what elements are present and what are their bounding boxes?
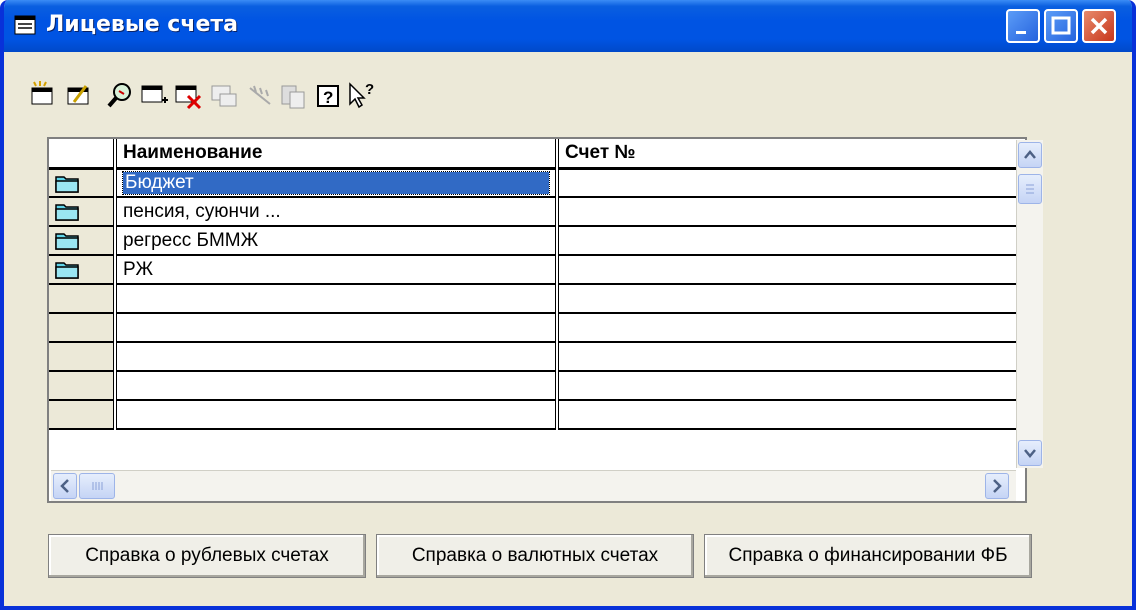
help-button[interactable]: ? bbox=[314, 78, 344, 112]
hscroll-thumb[interactable] bbox=[79, 473, 115, 499]
paste-button[interactable] bbox=[278, 78, 308, 112]
header-row: Наименование Счет № bbox=[49, 139, 1017, 170]
scroll-down-button[interactable] bbox=[1018, 440, 1042, 466]
edit-record-icon bbox=[67, 85, 89, 105]
accounts-table: Наименование Счет № Бюджет пенсия, суюнчи… bbox=[49, 139, 1017, 430]
folder-icon bbox=[55, 204, 79, 222]
chevron-down-icon bbox=[1024, 449, 1036, 458]
grip-icon bbox=[1026, 184, 1034, 194]
svg-text:?: ? bbox=[365, 81, 374, 98]
table-row[interactable] bbox=[49, 313, 1017, 343]
table-row[interactable]: регресс БММЖ bbox=[49, 226, 1017, 256]
row-indicator-header bbox=[49, 139, 117, 170]
cell-name[interactable] bbox=[115, 400, 559, 430]
cell-account[interactable] bbox=[557, 342, 1017, 372]
add-row-button[interactable] bbox=[140, 78, 170, 112]
cell-name[interactable]: РЖ bbox=[115, 255, 559, 285]
cell-account[interactable] bbox=[557, 371, 1017, 401]
help-icon: ? bbox=[317, 85, 339, 107]
vertical-scrollbar[interactable] bbox=[1016, 140, 1043, 468]
row-indicator[interactable] bbox=[49, 226, 117, 256]
minimize-icon bbox=[1016, 31, 1026, 34]
close-icon bbox=[1090, 17, 1108, 35]
minimize-button[interactable] bbox=[1006, 9, 1040, 43]
copy-button[interactable] bbox=[210, 78, 240, 112]
cell-name-text: Бюджет bbox=[122, 170, 550, 195]
filter-disabled-icon bbox=[249, 85, 271, 105]
svg-text:?: ? bbox=[323, 88, 333, 107]
close-button[interactable] bbox=[1082, 9, 1116, 43]
window-title: Лицевые счета bbox=[46, 12, 238, 37]
row-indicator[interactable] bbox=[49, 342, 117, 372]
table-row[interactable] bbox=[49, 371, 1017, 401]
scroll-right-button[interactable] bbox=[985, 473, 1009, 499]
context-help-button[interactable]: ? bbox=[346, 78, 376, 112]
paste-disabled-icon bbox=[281, 85, 305, 109]
maximize-icon bbox=[1051, 16, 1071, 35]
chevron-right-icon bbox=[993, 479, 1002, 493]
horizontal-scrollbar[interactable] bbox=[51, 470, 1016, 501]
edit-record-button[interactable] bbox=[64, 78, 94, 112]
scroll-left-button[interactable] bbox=[53, 473, 77, 499]
column-header-name[interactable]: Наименование bbox=[115, 139, 559, 170]
table-row[interactable] bbox=[49, 284, 1017, 314]
table-row[interactable]: пенсия, суюнчи ... bbox=[49, 197, 1017, 227]
cell-name[interactable]: регресс БММЖ bbox=[115, 226, 559, 256]
scroll-up-button[interactable] bbox=[1018, 142, 1042, 168]
row-indicator[interactable] bbox=[49, 313, 117, 343]
row-indicator[interactable] bbox=[49, 197, 117, 227]
app-icon bbox=[14, 15, 36, 35]
cell-account[interactable] bbox=[557, 400, 1017, 430]
delete-row-icon bbox=[175, 85, 202, 110]
rub-accounts-report-button[interactable]: Справка о рублевых счетах bbox=[48, 534, 366, 578]
folder-icon bbox=[55, 175, 79, 193]
new-record-icon bbox=[31, 81, 53, 105]
row-indicator[interactable] bbox=[49, 371, 117, 401]
table-row[interactable] bbox=[49, 342, 1017, 372]
search-icon bbox=[107, 83, 131, 108]
cell-name[interactable] bbox=[115, 284, 559, 314]
cell-name-text: пенсия, суюнчи ... bbox=[123, 200, 281, 222]
currency-accounts-report-button[interactable]: Справка о валютных счетах bbox=[376, 534, 694, 578]
table-row[interactable]: Бюджет bbox=[49, 168, 1017, 198]
folder-icon bbox=[55, 233, 79, 251]
row-indicator[interactable] bbox=[49, 255, 117, 285]
cell-name[interactable] bbox=[115, 313, 559, 343]
new-record-button[interactable] bbox=[28, 78, 58, 112]
column-header-account[interactable]: Счет № bbox=[557, 139, 1017, 170]
cell-account[interactable] bbox=[557, 168, 1017, 198]
row-indicator[interactable] bbox=[49, 400, 117, 430]
row-indicator[interactable] bbox=[49, 284, 117, 314]
add-row-icon bbox=[141, 85, 168, 103]
context-help-icon: ? bbox=[349, 81, 374, 109]
cell-account[interactable] bbox=[557, 255, 1017, 285]
cell-name[interactable] bbox=[115, 342, 559, 372]
cell-account[interactable] bbox=[557, 284, 1017, 314]
table-row[interactable]: РЖ bbox=[49, 255, 1017, 285]
fb-financing-report-button[interactable]: Справка о финансировании ФБ bbox=[704, 534, 1032, 578]
cell-name[interactable]: пенсия, суюнчи ... bbox=[115, 197, 559, 227]
title-bar[interactable]: Лицевые счета bbox=[4, 0, 1132, 52]
folder-icon bbox=[55, 262, 79, 280]
cell-name[interactable] bbox=[115, 371, 559, 401]
chevron-up-icon bbox=[1024, 150, 1036, 159]
cell-name[interactable]: Бюджет bbox=[115, 168, 559, 198]
cell-account[interactable] bbox=[557, 226, 1017, 256]
search-button[interactable] bbox=[106, 78, 136, 112]
filter-button[interactable] bbox=[246, 78, 276, 112]
cell-name-text: регресс БММЖ bbox=[123, 229, 259, 251]
cell-name-text: РЖ bbox=[123, 258, 154, 280]
row-indicator[interactable] bbox=[49, 168, 117, 198]
maximize-button[interactable] bbox=[1044, 9, 1078, 43]
table-row[interactable] bbox=[49, 400, 1017, 430]
cell-account[interactable] bbox=[557, 313, 1017, 343]
cell-account[interactable] bbox=[557, 197, 1017, 227]
accounts-grid[interactable]: Наименование Счет № Бюджет пенсия, суюнчи… bbox=[47, 137, 1027, 503]
copy-disabled-icon bbox=[211, 85, 237, 107]
chevron-left-icon bbox=[60, 479, 69, 493]
main-window: Лицевые счета ? ? Наименование Счет № Бю… bbox=[0, 0, 1136, 610]
grip-icon bbox=[92, 482, 103, 490]
delete-row-button[interactable] bbox=[174, 78, 204, 112]
scroll-thumb[interactable] bbox=[1018, 174, 1042, 204]
